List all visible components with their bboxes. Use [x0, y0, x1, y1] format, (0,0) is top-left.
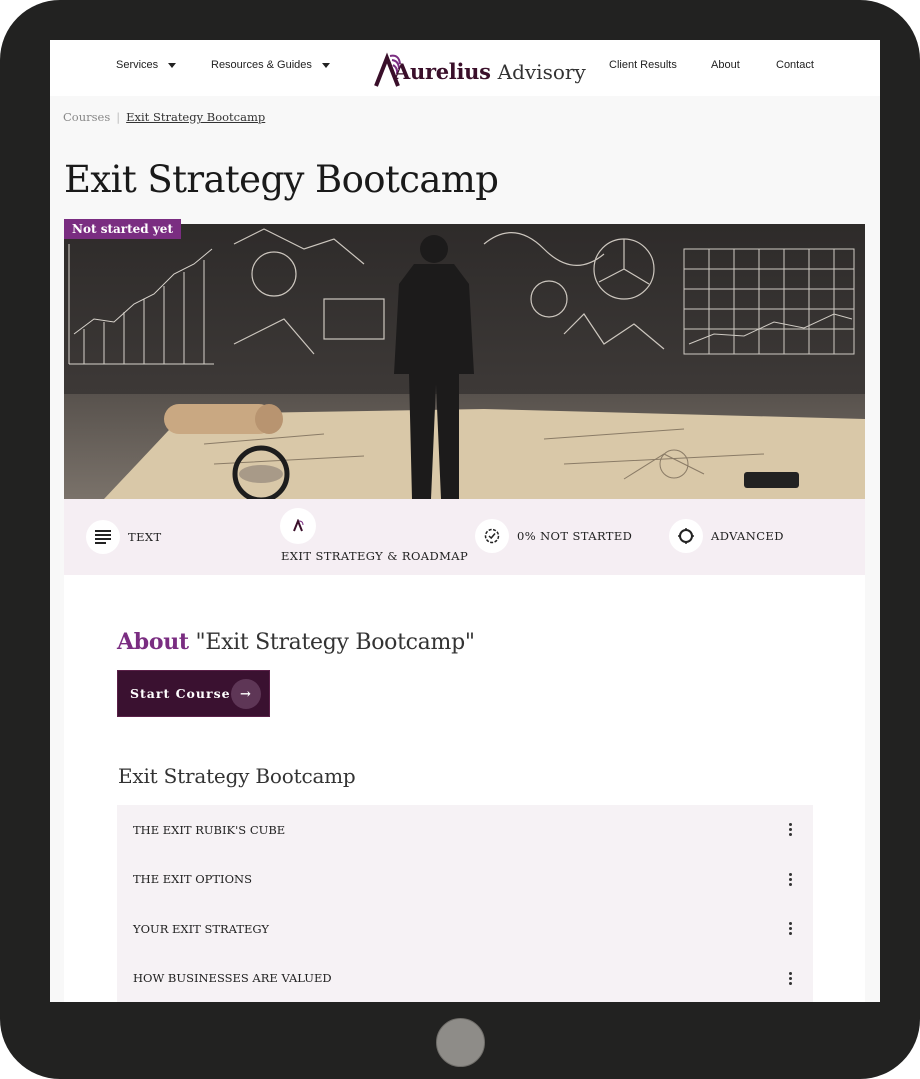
- course-content: About "Exit Strategy Bootcamp" Start Cou…: [64, 575, 865, 1002]
- category-icon: [280, 508, 316, 544]
- about-heading: About "Exit Strategy Bootcamp": [117, 629, 475, 655]
- module-list: THE EXIT RUBIK'S CUBE THE EXIT OPTIONS Y…: [117, 805, 813, 1002]
- meta-category: EXIT STRATEGY & ROADMAP: [281, 549, 468, 563]
- list-item[interactable]: THE EXIT OPTIONS: [117, 855, 813, 905]
- status-badge: Not started yet: [64, 219, 181, 239]
- meta-progress: 0% NOT STARTED: [475, 519, 632, 553]
- more-options-icon[interactable]: [789, 872, 793, 886]
- chevron-down-icon: [168, 62, 177, 68]
- nav-about-label: About: [711, 59, 740, 71]
- module-title: THE EXIT RUBIK'S CUBE: [133, 822, 286, 837]
- course-meta-bar: TEXT EXIT STRATEGY & ROADMAP 0% NOT STAR…: [64, 499, 865, 575]
- curriculum-title: Exit Strategy Bootcamp: [118, 764, 356, 788]
- about-heading-course: "Exit Strategy Bootcamp": [195, 630, 475, 655]
- meta-category-label: EXIT STRATEGY & ROADMAP: [281, 549, 469, 563]
- about-heading-label: About: [117, 629, 189, 655]
- breadcrumb-current[interactable]: Exit Strategy Bootcamp: [126, 110, 265, 124]
- module-title: THE EXIT OPTIONS: [133, 872, 252, 887]
- nav-about[interactable]: About: [711, 59, 740, 71]
- chevron-down-icon: [321, 62, 330, 68]
- breadcrumb-separator: |: [116, 110, 121, 124]
- page-title: Exit Strategy Bootcamp: [64, 158, 499, 201]
- list-item[interactable]: THE EXIT RUBIK'S CUBE: [117, 805, 813, 855]
- nav-services-label: Services: [116, 59, 159, 71]
- progress-clock-icon: [475, 519, 509, 553]
- man-at-chalkboard-image: [64, 224, 865, 499]
- nav-services[interactable]: Services: [116, 59, 177, 71]
- meta-level-label: ADVANCED: [711, 529, 784, 543]
- brand-logo[interactable]: Aurelius Advisory: [372, 48, 586, 90]
- meta-level: ADVANCED: [669, 519, 784, 553]
- nav-client-results-label: Client Results: [609, 59, 677, 71]
- module-title: HOW BUSINESSES ARE VALUED: [133, 971, 332, 986]
- meta-progress-label: 0% NOT STARTED: [517, 529, 633, 543]
- nav-contact-label: Contact: [776, 59, 814, 71]
- more-options-icon[interactable]: [789, 971, 793, 985]
- breadcrumb-courses[interactable]: Courses: [63, 110, 110, 124]
- breadcrumb: Courses | Exit Strategy Bootcamp: [63, 110, 265, 124]
- arrow-right-icon: →: [231, 679, 261, 709]
- meta-type: TEXT: [86, 520, 162, 554]
- more-options-icon[interactable]: [789, 823, 793, 836]
- more-options-icon[interactable]: [789, 922, 793, 935]
- brand-suffix: Advisory: [497, 60, 586, 84]
- level-gear-icon: [669, 519, 703, 553]
- list-item[interactable]: HOW BUSINESSES ARE VALUED: [117, 954, 813, 1003]
- start-course-button[interactable]: Start Course →: [117, 670, 270, 717]
- nav-resources-label: Resources & Guides: [211, 59, 312, 71]
- screen: Services Resources & Guides Aurelius Adv…: [50, 40, 880, 1002]
- hero-image: [64, 224, 865, 499]
- start-course-label: Start Course: [130, 686, 231, 701]
- nav-resources[interactable]: Resources & Guides: [211, 59, 330, 71]
- brand-name: Aurelius: [394, 59, 491, 84]
- list-item[interactable]: YOUR EXIT STRATEGY: [117, 904, 813, 954]
- top-navigation: Services Resources & Guides Aurelius Adv…: [50, 40, 880, 96]
- home-button[interactable]: [436, 1018, 485, 1067]
- nav-client-results[interactable]: Client Results: [609, 59, 677, 71]
- nav-contact[interactable]: Contact: [776, 59, 814, 71]
- text-lines-icon: [86, 520, 120, 554]
- tablet-frame: Services Resources & Guides Aurelius Adv…: [0, 0, 920, 1079]
- module-title: YOUR EXIT STRATEGY: [133, 921, 270, 936]
- meta-type-label: TEXT: [128, 530, 162, 544]
